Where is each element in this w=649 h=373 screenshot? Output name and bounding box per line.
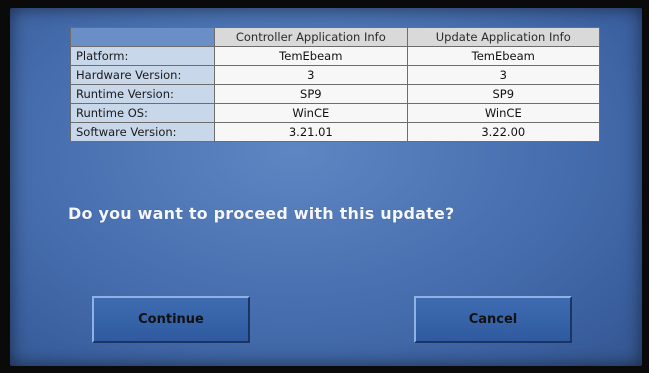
controller-runtime-os-value: WinCE (214, 103, 408, 123)
header-update-info: Update Application Info (406, 27, 601, 47)
row-label-platform: Platform: (69, 46, 216, 66)
controller-platform-value: TemEbeam (214, 46, 408, 66)
controller-software-version-value: 3.21.01 (214, 122, 408, 142)
controller-hardware-version-value: 3 (214, 65, 408, 85)
row-label-software-version: Software Version: (69, 122, 216, 142)
proceed-question: Do you want to proceed with this update? (68, 204, 455, 223)
table-header-row: Controller Application Info Update Appli… (69, 27, 601, 47)
continue-button[interactable]: Continue (92, 296, 250, 343)
table-row: Hardware Version: 3 3 (69, 65, 601, 85)
table-row: Platform: TemEbeam TemEbeam (69, 46, 601, 66)
header-cell-blank (69, 27, 216, 47)
update-runtime-version-value: SP9 (406, 84, 601, 104)
row-label-runtime-os: Runtime OS: (69, 103, 216, 123)
cancel-button[interactable]: Cancel (414, 296, 572, 343)
header-controller-info: Controller Application Info (214, 27, 408, 47)
table-row: Runtime OS: WinCE WinCE (69, 103, 601, 123)
row-label-runtime-version: Runtime Version: (69, 84, 216, 104)
update-runtime-os-value: WinCE (406, 103, 601, 123)
update-software-version-value: 3.22.00 (406, 122, 601, 142)
controller-runtime-version-value: SP9 (214, 84, 408, 104)
update-platform-value: TemEbeam (406, 46, 601, 66)
row-label-hardware-version: Hardware Version: (69, 65, 216, 85)
update-screen: Controller Application Info Update Appli… (10, 8, 642, 366)
table-row: Runtime Version: SP9 SP9 (69, 84, 601, 104)
version-info-table: Controller Application Info Update Appli… (69, 27, 601, 142)
device-bezel: Controller Application Info Update Appli… (0, 0, 649, 373)
update-hardware-version-value: 3 (406, 65, 601, 85)
table-row: Software Version: 3.21.01 3.22.00 (69, 122, 601, 142)
